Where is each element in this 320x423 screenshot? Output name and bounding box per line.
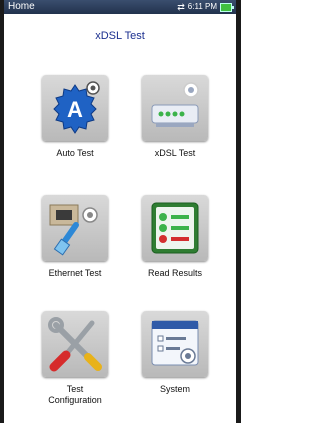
status-time: 6:11 PM [187, 2, 217, 11]
system-settings-icon [142, 311, 208, 377]
tile-system[interactable]: System [140, 311, 210, 395]
tile-label: xDSL Test [154, 148, 196, 158]
tile-xdsl-test[interactable]: xDSL Test [140, 75, 210, 159]
status-bar: Home ⇄ 6:11 PM [4, 0, 236, 14]
tools-icon [42, 311, 108, 377]
tile-label: Test Configuration [48, 384, 102, 405]
status-indicators: ⇄ 6:11 PM [177, 0, 234, 14]
tile-test-configuration[interactable]: Test Configuration [40, 311, 110, 406]
status-title: Home [8, 1, 35, 12]
tile-label: Read Results [147, 268, 203, 278]
battery-icon [220, 2, 234, 12]
tile-label: Auto Test [56, 148, 94, 158]
auto-test-icon: A [42, 75, 108, 141]
tile-ethernet-test[interactable]: Ethernet Test [40, 195, 110, 279]
tile-label: System [159, 384, 190, 394]
tile-read-results[interactable]: Read Results [140, 195, 210, 279]
page-title: xDSL Test [95, 30, 145, 42]
xdsl-modem-icon [142, 75, 208, 141]
device-frame-left [0, 0, 4, 423]
ethernet-cable-icon [42, 195, 108, 261]
svg-text:A: A [67, 97, 83, 122]
tile-auto-test[interactable]: A Auto Test [40, 75, 110, 159]
usb-connection-icon: ⇄ [177, 2, 185, 12]
results-list-icon [142, 195, 208, 261]
device-frame-right [236, 0, 241, 423]
tile-label: Ethernet Test [48, 268, 102, 278]
